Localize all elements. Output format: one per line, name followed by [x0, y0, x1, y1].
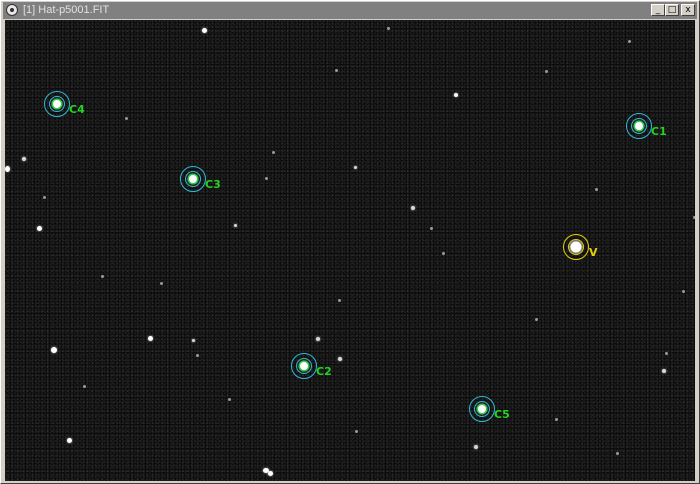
star [616, 452, 619, 455]
window-title: [1] Hat-p5001.FIT [23, 4, 110, 16]
marker-label-c2: C2 [316, 365, 332, 378]
star [595, 188, 598, 191]
star [474, 445, 478, 449]
star [265, 177, 268, 180]
star [43, 196, 46, 199]
star [442, 252, 445, 255]
star [272, 151, 275, 154]
star [5, 166, 10, 172]
star-core [300, 362, 308, 370]
marker-label-c1: C1 [651, 125, 667, 138]
marker-label-c3: C3 [205, 178, 221, 191]
star [268, 471, 273, 476]
star [192, 339, 195, 342]
marker-label-c5: C5 [494, 408, 510, 421]
maximize-button[interactable]: □ [665, 4, 679, 16]
window-titlebar[interactable]: [1] Hat-p5001.FIT _ □ x [3, 2, 697, 19]
star [682, 290, 685, 293]
star [430, 227, 433, 230]
star [662, 369, 666, 373]
star [125, 117, 128, 120]
star [354, 166, 357, 169]
star-core [635, 122, 643, 130]
star [160, 282, 163, 285]
fits-image-canvas[interactable]: C4 C3 C1 V C2 C5 [5, 20, 695, 481]
star [67, 438, 72, 443]
star [387, 27, 390, 30]
star-core [189, 175, 197, 183]
star [555, 418, 558, 421]
star [196, 354, 199, 357]
star [234, 224, 237, 227]
star [545, 70, 548, 73]
star [51, 347, 57, 353]
minimize-button[interactable]: _ [651, 4, 665, 16]
star [335, 69, 338, 72]
image-window: [1] Hat-p5001.FIT _ □ x C4 C3 C1 V C2 C5 [0, 0, 700, 484]
star [338, 357, 342, 361]
star [628, 40, 631, 43]
star [202, 28, 207, 33]
star [338, 299, 341, 302]
star [355, 430, 358, 433]
star [228, 398, 231, 401]
star [454, 93, 458, 97]
close-button[interactable]: x [681, 4, 695, 16]
marker-label-v: V [589, 246, 598, 259]
star [37, 226, 42, 231]
app-icon[interactable] [6, 4, 18, 16]
star [148, 336, 153, 341]
star [83, 385, 86, 388]
star [535, 318, 538, 321]
star [22, 157, 26, 161]
star [101, 275, 104, 278]
star [693, 216, 695, 219]
star-core [572, 243, 580, 251]
star [665, 352, 668, 355]
star [411, 206, 415, 210]
marker-label-c4: C4 [69, 103, 85, 116]
star-core [478, 405, 486, 413]
star [316, 337, 320, 341]
star-core [53, 100, 61, 108]
